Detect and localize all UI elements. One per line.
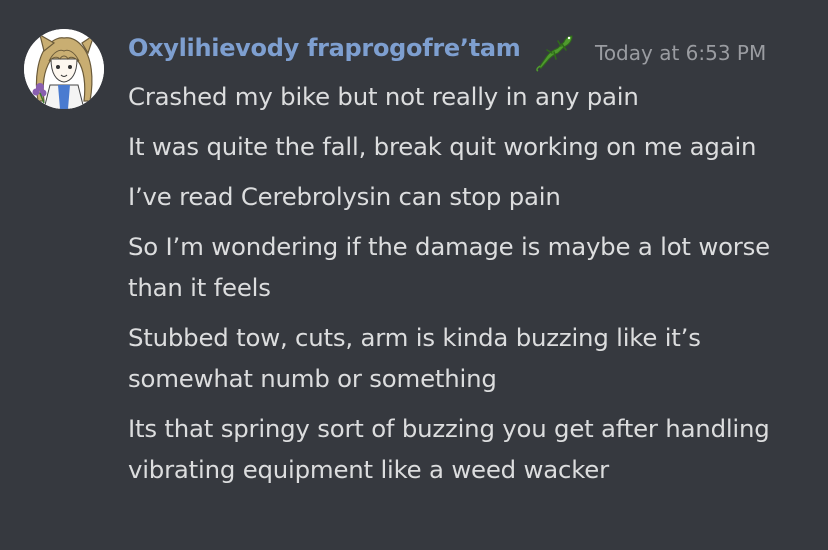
message-timestamp[interactable]: Today at 6:53 PM bbox=[595, 41, 766, 65]
message-text: So I’m wondering if the damage is maybe … bbox=[128, 232, 770, 302]
avatar-drawing bbox=[24, 29, 104, 109]
message-text: Its that springy sort of buzzing you get… bbox=[128, 414, 770, 484]
user-avatar[interactable] bbox=[24, 29, 104, 109]
lizard-icon bbox=[534, 32, 578, 72]
message-text: Stubbed tow, cuts, arm is kinda buzzing … bbox=[128, 323, 701, 393]
message-text: Crashed my bike but not really in any pa… bbox=[128, 82, 639, 111]
author-username[interactable]: Oxylihievody fraprogofre’tam bbox=[128, 34, 521, 62]
message-group: Oxylihievody fraprogofre’tam Today at 6:… bbox=[0, 0, 828, 550]
message-text: I’ve read Cerebrolysin can stop pain bbox=[128, 182, 561, 211]
message-text: It was quite the fall, break quit workin… bbox=[128, 132, 757, 161]
message-list: Crashed my bike but not really in any pa… bbox=[128, 76, 788, 499]
